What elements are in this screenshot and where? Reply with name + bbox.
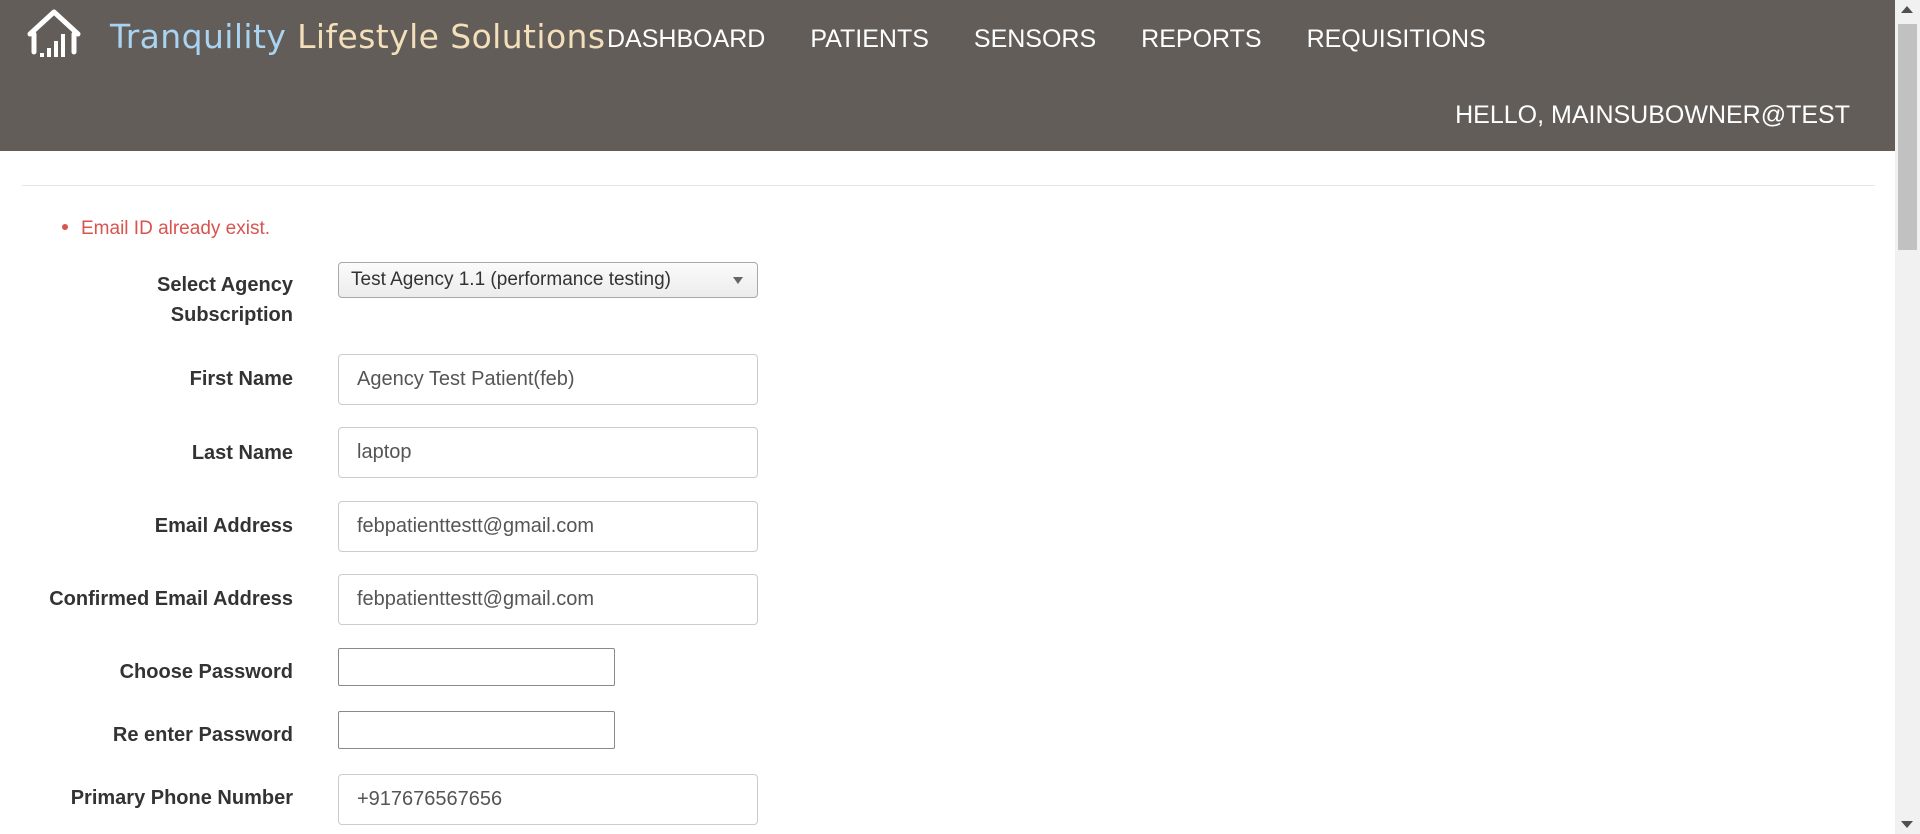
nav-dashboard[interactable]: DASHBOARD	[607, 25, 765, 54]
agency-select[interactable]: Test Agency 1.1 (performance testing)	[338, 262, 758, 298]
last-name-input[interactable]: laptop	[338, 427, 758, 478]
password-input[interactable]	[338, 648, 615, 686]
agency-select-value: Test Agency 1.1 (performance testing)	[351, 269, 671, 290]
agency-label: Select Agency Subscription	[157, 270, 293, 330]
agency-label-line2: Subscription	[170, 304, 293, 326]
house-signal-icon[interactable]	[26, 8, 82, 62]
main-nav: DASHBOARD PATIENTS SENSORS REPORTS REQUI…	[607, 25, 1531, 54]
scroll-up-arrow-icon[interactable]	[1901, 6, 1913, 13]
nav-reports[interactable]: REPORTS	[1141, 25, 1261, 54]
content-divider	[22, 185, 1875, 186]
brand-title-part2: Lifestyle Solutions	[297, 17, 606, 56]
top-header: Tranquility Lifestyle Solutions DASHBOAR…	[0, 0, 1895, 151]
error-message: Email ID already exist.	[81, 218, 271, 239]
phone-input[interactable]: +917676567656	[338, 774, 758, 825]
first-name-label: First Name	[189, 368, 293, 390]
first-name-input[interactable]: Agency Test Patient(feb)	[338, 354, 758, 405]
nav-sensors[interactable]: SENSORS	[974, 25, 1096, 54]
phone-label: Primary Phone Number	[70, 787, 293, 809]
password-label: Choose Password	[119, 661, 293, 683]
validation-error: Email ID already exist.	[62, 218, 270, 240]
reenter-password-label: Re enter Password	[112, 724, 293, 746]
scrollbar-thumb[interactable]	[1898, 24, 1917, 250]
brand-title[interactable]: Tranquility Lifestyle Solutions	[110, 17, 605, 56]
email-input[interactable]: febpatienttestt@gmail.com	[338, 501, 758, 552]
agency-label-line1: Select Agency	[157, 274, 293, 296]
last-name-label: Last Name	[191, 442, 293, 464]
email-label: Email Address	[154, 515, 293, 537]
bullet-icon	[62, 223, 68, 230]
nav-requisitions[interactable]: REQUISITIONS	[1307, 25, 1486, 54]
page: Tranquility Lifestyle Solutions DASHBOAR…	[0, 0, 1920, 834]
confirm-email-label: Confirmed Email Address	[49, 588, 293, 610]
scroll-down-arrow-icon[interactable]	[1901, 821, 1913, 828]
vertical-scrollbar[interactable]	[1895, 0, 1920, 834]
dropdown-caret-icon	[733, 277, 743, 284]
user-greeting[interactable]: HELLO, MAINSUBOWNER@TEST	[1455, 101, 1850, 130]
reenter-password-input[interactable]	[338, 711, 615, 749]
brand-title-part1: Tranquility	[110, 17, 287, 56]
confirm-email-input[interactable]: febpatienttestt@gmail.com	[338, 574, 758, 625]
nav-patients[interactable]: PATIENTS	[810, 25, 929, 54]
